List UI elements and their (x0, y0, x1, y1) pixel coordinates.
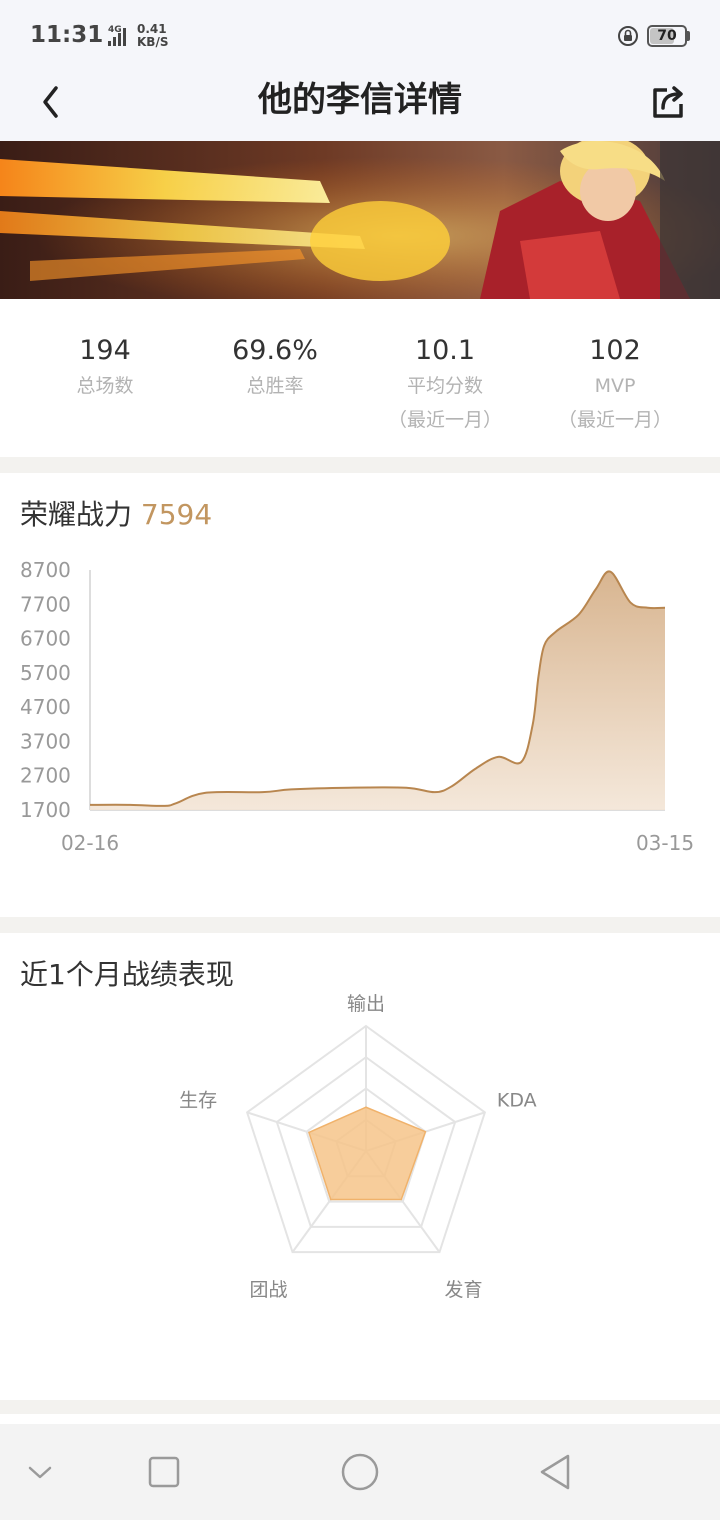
system-nav-bar (0, 1424, 720, 1520)
y-tick-label: 4700 (20, 695, 71, 719)
power-section: 荣耀战力 7594 8700 7700 6700 5700 4700 3700 2700 17… (0, 473, 720, 917)
stat-value: 194 (79, 335, 131, 366)
radar-axis-label: 团战 (250, 1279, 288, 1301)
stat-mvp: 102 MVP （最近一月） (530, 333, 700, 437)
back-triangle-icon[interactable] (528, 1444, 584, 1500)
y-tick-label: 6700 (20, 627, 71, 651)
x-tick-label: 03-15 (636, 831, 694, 855)
x-tick-label: 02-16 (61, 831, 119, 855)
radar-axis-label: 生存 (179, 1089, 217, 1111)
chevron-down-icon[interactable] (12, 1444, 68, 1500)
stat-label: 平均分数 (406, 375, 483, 397)
hero-banner-image (0, 141, 720, 299)
stat-label: 总胜率 (246, 375, 304, 397)
battery-icon: 70 (647, 25, 687, 47)
stats-summary: 194 总场数 69.6% 总胜率 10.1 平均分数 （最近一月） 102 M… (0, 299, 720, 457)
stat-average-score: 10.1 平均分数 （最近一月） (360, 333, 530, 437)
network-speed: 0.41 KB/S (137, 23, 168, 49)
status-bar: 11:31 4G 0.41 KB/S 70 (0, 0, 720, 72)
signal-icon: 4G (108, 25, 126, 46)
y-tick-label: 8700 (20, 558, 71, 582)
performance-radar: 输出 KDA 发育 团战 生存 (179, 993, 537, 1301)
stat-win-rate: 69.6% 总胜率 (190, 333, 360, 403)
y-tick-label: 3700 (20, 729, 71, 753)
radar-axis-label: 发育 (444, 1279, 482, 1301)
home-circle-icon[interactable] (332, 1444, 388, 1500)
stat-total-games: 194 总场数 (20, 333, 190, 403)
stat-sublabel: （最近一月） (387, 409, 502, 431)
battery-level: 70 (657, 28, 677, 44)
status-time: 11:31 (30, 22, 104, 48)
app-header: 他的李信详情 (0, 72, 720, 141)
y-tick-labels: 8700 7700 6700 5700 4700 3700 2700 1700 (20, 558, 71, 822)
battery-tip (687, 31, 690, 41)
power-area (90, 571, 665, 810)
speed-unit: KB/S (137, 35, 169, 49)
radar-axis-label: KDA (497, 1089, 537, 1111)
x-tick-labels: 02-16 03-15 (61, 831, 694, 855)
stat-label: MVP (594, 375, 636, 397)
y-tick-label: 7700 (20, 592, 71, 616)
share-icon[interactable] (645, 78, 693, 126)
performance-section: 近1个月战绩表现 输出 KDA 发育 团战 生存 (0, 933, 720, 1400)
y-tick-label: 1700 (20, 798, 71, 822)
stat-value: 69.6% (232, 335, 318, 366)
page-title: 他的李信详情 (258, 80, 462, 120)
y-tick-label: 2700 (20, 764, 71, 788)
stat-label: 总场数 (76, 375, 134, 397)
next-section-edge (0, 1414, 720, 1424)
stat-value: 10.1 (414, 335, 476, 366)
rotation-lock-icon (618, 26, 638, 46)
y-tick-label: 5700 (20, 661, 71, 685)
stat-sublabel: （最近一月） (557, 409, 672, 431)
power-chart: 8700 7700 6700 5700 4700 3700 2700 1700 02-16 03… (20, 558, 694, 855)
stat-value: 102 (589, 335, 641, 366)
radar-axis-label: 输出 (347, 993, 385, 1015)
recents-square-icon[interactable] (136, 1444, 192, 1500)
